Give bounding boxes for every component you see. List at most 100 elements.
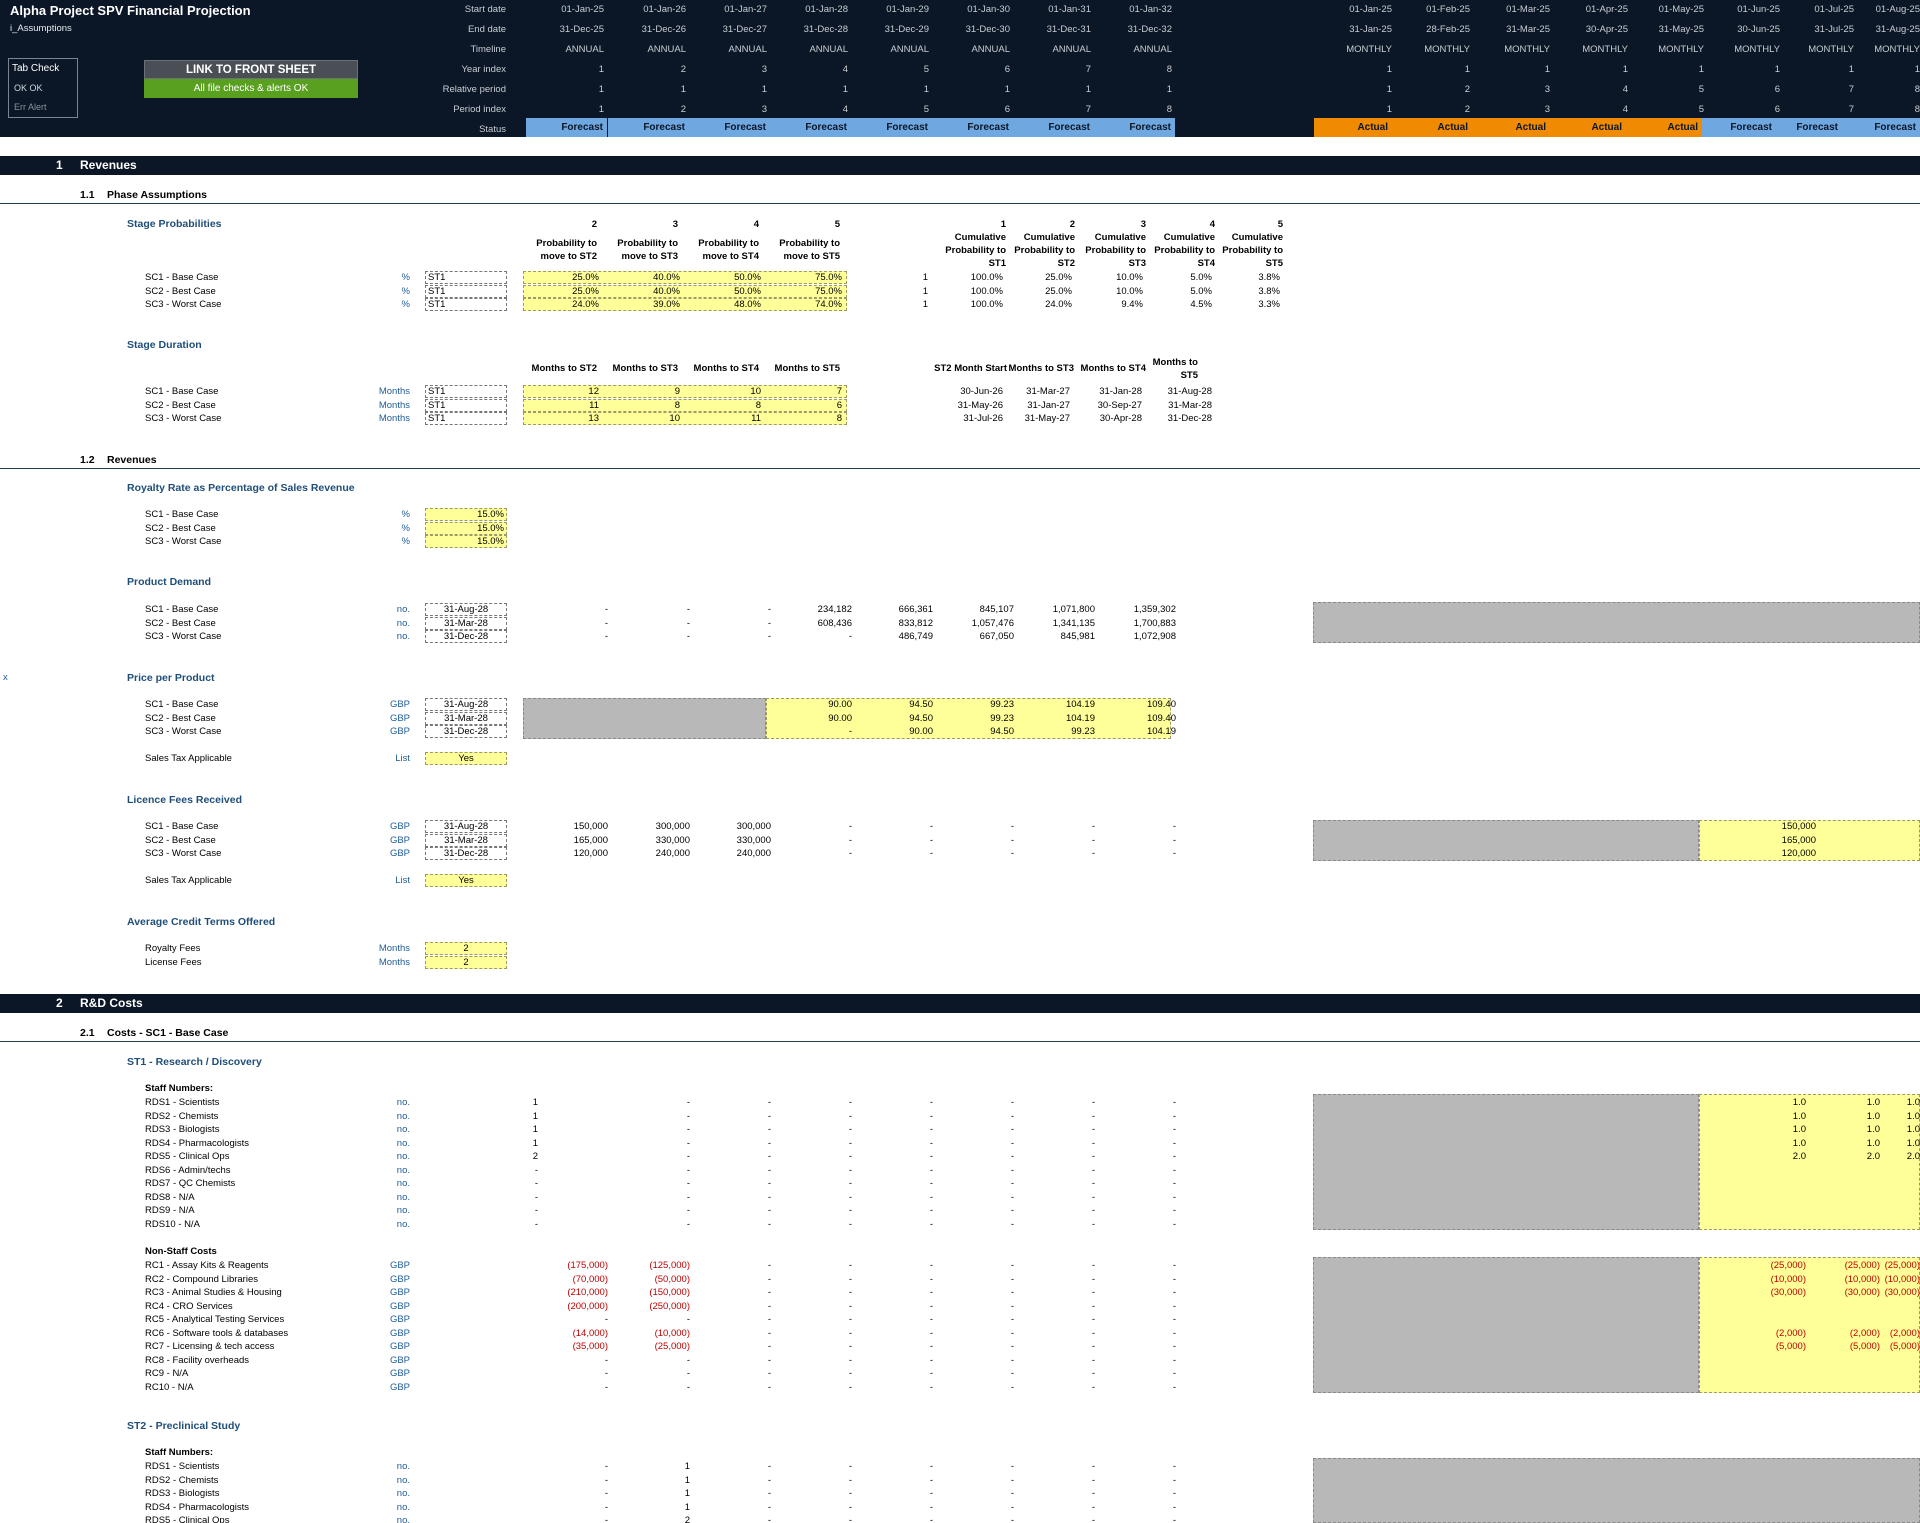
value-cell: (210,000) bbox=[567, 1287, 608, 1298]
row-unit: List bbox=[395, 753, 410, 764]
value-cell: 90.00 bbox=[909, 726, 933, 737]
input-cell[interactable]: 15.0% bbox=[425, 521, 507, 535]
value-cell: - bbox=[604, 617, 608, 629]
header-annual-cell: 1 bbox=[598, 104, 604, 115]
row-label: SC2 - Best Case bbox=[145, 522, 216, 534]
row-label: RC6 - Software tools & databases bbox=[145, 1327, 289, 1339]
value-cell: 31-May-27 bbox=[1024, 413, 1070, 424]
value-cell: - bbox=[848, 1368, 852, 1379]
grayed-range bbox=[1313, 820, 1699, 861]
value-cell: - bbox=[929, 1191, 933, 1203]
value-cell: - bbox=[767, 1381, 771, 1393]
input-cell[interactable]: 31-Aug-28 bbox=[425, 820, 507, 833]
row-label: SC3 - Worst Case bbox=[145, 536, 222, 547]
column-head: Probability to move to ST3 bbox=[617, 238, 678, 262]
header-monthly-cell: 30-Apr-25 bbox=[1585, 24, 1628, 35]
input-cell[interactable]: ST1 bbox=[425, 271, 507, 284]
row-unit: GBP bbox=[389, 1368, 410, 1379]
value-cell: - bbox=[848, 1300, 852, 1312]
header-annual-cell: 31-Dec-25 bbox=[559, 24, 604, 35]
row-label: SC1 - Base Case bbox=[145, 821, 219, 832]
subsection-rule bbox=[0, 468, 1920, 469]
value-cell: - bbox=[534, 1164, 538, 1176]
value-cell: 120,000 bbox=[573, 848, 608, 859]
input-cell[interactable]: ST1 bbox=[425, 284, 507, 298]
product-demand-title: Product Demand bbox=[127, 576, 212, 588]
value-cell: 667,050 bbox=[979, 631, 1014, 642]
input-cell[interactable]: 31-Dec-28 bbox=[425, 847, 507, 860]
value-cell: 845,107 bbox=[979, 604, 1014, 615]
value-cell: - bbox=[604, 1381, 608, 1393]
value-cell: 99.23 bbox=[990, 699, 1014, 710]
value-cell: (70,000) bbox=[572, 1273, 608, 1285]
input-cell[interactable]: 31-Mar-28 bbox=[425, 833, 507, 847]
input-cell[interactable]: ST1 bbox=[425, 398, 507, 412]
input-cell[interactable]: 31-Mar-28 bbox=[425, 711, 507, 725]
value-cell: 3.8% bbox=[1258, 285, 1280, 297]
value-cell: 74.0% bbox=[815, 299, 842, 310]
link-to-front-sheet-button[interactable]: LINK TO FRONT SHEET bbox=[144, 60, 358, 79]
input-cell[interactable]: Yes bbox=[425, 874, 507, 887]
value-cell: - bbox=[534, 1205, 538, 1216]
value-cell: (25,000) bbox=[654, 1341, 690, 1352]
value-cell: - bbox=[534, 1178, 538, 1189]
header-annual-cell: 7 bbox=[1085, 64, 1091, 75]
value-cell: - bbox=[848, 1164, 852, 1176]
status-actual: Actual bbox=[1626, 118, 1702, 137]
value-cell: - bbox=[929, 848, 933, 859]
value-cell: (35,000) bbox=[572, 1341, 608, 1352]
row-unit: Months bbox=[378, 399, 410, 411]
value-cell: 13 bbox=[588, 413, 599, 424]
value-cell: - bbox=[929, 1218, 933, 1230]
input-cell[interactable]: 31-Aug-28 bbox=[425, 698, 507, 711]
value-cell: - bbox=[686, 1164, 690, 1176]
value-cell: - bbox=[686, 1124, 690, 1135]
row-unit: no. bbox=[396, 1501, 410, 1513]
header-monthly-cell: 01-Feb-25 bbox=[1426, 4, 1470, 15]
royalty-title: Royalty Rate as Percentage of Sales Reve… bbox=[127, 482, 355, 494]
input-cell[interactable]: 31-Dec-28 bbox=[425, 630, 507, 643]
status-forecast: Forecast bbox=[1094, 118, 1175, 137]
input-cell[interactable]: 31-Mar-28 bbox=[425, 616, 507, 630]
value-cell: 300,000 bbox=[736, 821, 771, 832]
row-unit: % bbox=[401, 522, 410, 534]
header-annual-cell: 1 bbox=[1166, 84, 1172, 95]
value-cell: - bbox=[929, 1137, 933, 1149]
input-cell[interactable]: 15.0% bbox=[425, 535, 507, 548]
input-cell[interactable]: 2 bbox=[425, 955, 507, 969]
value-cell: 1.0 bbox=[1906, 1097, 1920, 1108]
header-annual-cell: 1 bbox=[680, 84, 686, 95]
value-cell: 1.0 bbox=[1792, 1124, 1806, 1135]
input-cell[interactable]: ST1 bbox=[425, 385, 507, 398]
column-index: 2 bbox=[1069, 219, 1075, 230]
value-cell: 165,000 bbox=[1781, 834, 1816, 846]
input-cell[interactable]: Yes bbox=[425, 752, 507, 765]
value-cell: - bbox=[767, 1368, 771, 1379]
input-cell[interactable]: ST1 bbox=[425, 412, 507, 425]
header-monthly-cell: 2 bbox=[1464, 84, 1470, 95]
status-actual: Actual bbox=[1550, 118, 1626, 137]
value-cell: - bbox=[1172, 1110, 1176, 1122]
input-cell[interactable]: 31-Aug-28 bbox=[425, 603, 507, 616]
value-cell: 50.0% bbox=[734, 272, 761, 283]
header-monthly-cell: 31-Aug-25 bbox=[1875, 24, 1920, 35]
column-head: Months to ST4 bbox=[1080, 363, 1146, 374]
input-cell[interactable]: 31-Dec-28 bbox=[425, 725, 507, 738]
value-cell: 11 bbox=[589, 399, 599, 411]
value-cell: 75.0% bbox=[815, 285, 842, 297]
value-cell: - bbox=[686, 631, 690, 642]
value-cell: - bbox=[1172, 1273, 1176, 1285]
row-label: RDS2 - Chemists bbox=[145, 1110, 219, 1122]
value-cell: 1.0 bbox=[1906, 1110, 1920, 1122]
input-cell[interactable]: 2 bbox=[425, 942, 507, 955]
input-cell[interactable]: ST1 bbox=[425, 298, 507, 311]
header-annual-cell: 2 bbox=[680, 104, 686, 115]
input-cell[interactable]: 15.0% bbox=[425, 508, 507, 521]
value-cell: - bbox=[929, 834, 933, 846]
value-cell: - bbox=[767, 1097, 771, 1108]
value-cell: 94.50 bbox=[909, 699, 933, 710]
value-cell: - bbox=[1172, 1461, 1176, 1472]
value-cell: 25.0% bbox=[1045, 272, 1072, 283]
column-head: Probability to move to ST2 bbox=[536, 238, 597, 262]
value-cell: - bbox=[767, 1124, 771, 1135]
